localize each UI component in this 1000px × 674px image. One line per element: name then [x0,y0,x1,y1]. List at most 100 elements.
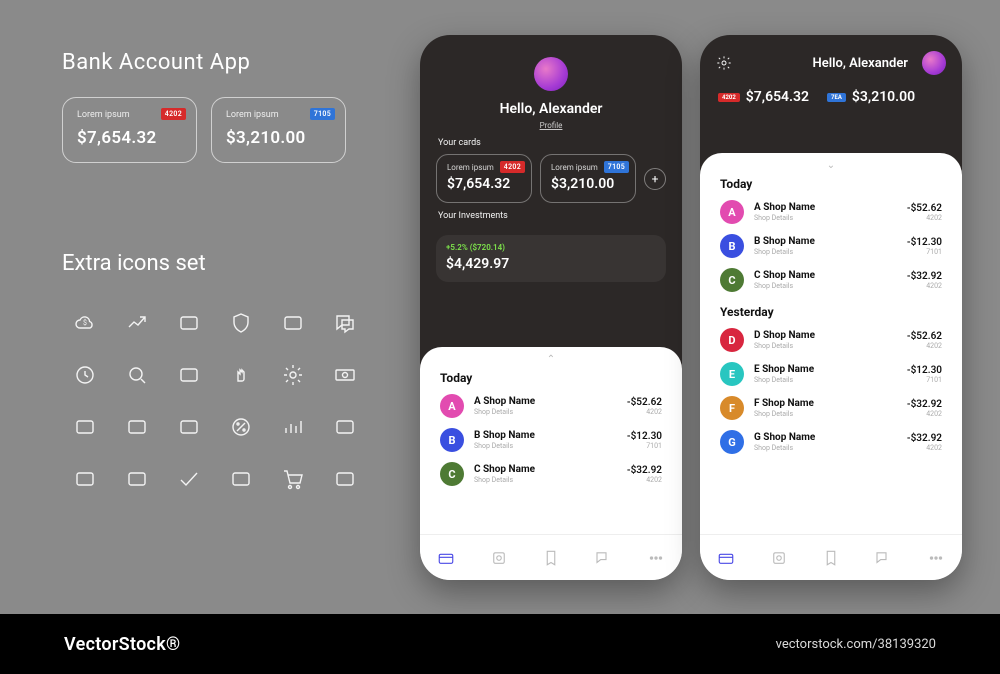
cart-icon [270,456,316,502]
balance-item[interactable]: 7EA $3,210.00 [827,89,915,105]
merchant-sub: Shop Details [754,444,815,452]
source-url: vectorstock.com/38139320 [776,637,936,652]
transaction-row[interactable]: F F Shop Name Shop Details -$32.92 4202 [700,391,962,425]
clock-icon [62,352,108,398]
card-label: Lorem ipsum [77,110,182,120]
merchant-name: F Shop Name [754,398,814,410]
tx-code: 4202 [627,476,662,484]
transaction-row[interactable]: B B Shop Name Shop Details -$12.30 7101 [420,423,682,457]
safe-icon[interactable] [488,547,510,569]
tx-code: 7101 [627,442,662,450]
tx-amount: -$52.62 [907,203,942,214]
tx-amount: -$32.92 [907,399,942,410]
svg-text:$: $ [83,319,87,327]
greeting: Hello, Alexander [813,56,908,71]
merchant-sub: Shop Details [754,410,814,418]
tx-amount: -$32.92 [907,271,942,282]
card-label: Lorem ipsum [551,163,625,172]
check-icon [166,456,212,502]
merchant-sub: Shop Details [754,214,815,222]
investment-card[interactable]: +5.2% ($720.14) $4,429.97 [436,235,666,282]
gear-icon[interactable] [716,55,732,71]
tx-code: 7101 [907,376,942,384]
safe-icon[interactable] [768,547,790,569]
merchant-name: D Shop Name [754,330,815,342]
balance-amount: $3,210.00 [852,89,915,105]
merchant-sub: Shop Details [474,442,535,450]
merchant-avatar: B [720,234,744,258]
phone-screen-2: Hello, Alexander 4202 $7,654.32 7EA $3,2… [700,35,962,580]
balance-item[interactable]: 4202 $7,654.32 [718,89,809,105]
tx-amount: -$52.62 [627,397,662,408]
more-icon[interactable] [925,547,947,569]
greeting: Hello, Alexander [500,101,603,117]
percent-icon [218,404,264,450]
card-amount: $3,210.00 [551,176,625,192]
avatar[interactable] [534,57,568,91]
card-chip: 4202 [718,93,740,102]
coins-icon [218,456,264,502]
icons-section-title: Extra icons set [62,251,368,276]
bars-icon [270,404,316,450]
receipt-icon[interactable] [540,547,562,569]
card-amount: $3,210.00 [226,128,331,148]
card-label: Lorem ipsum [226,110,331,120]
merchant-sub: Shop Details [754,248,815,256]
transaction-row[interactable]: G G Shop Name Shop Details -$32.92 4202 [700,425,962,459]
account-card[interactable]: 4202 Lorem ipsum $7,654.32 [436,154,532,203]
merchant-name: B Shop Name [474,430,535,442]
transaction-row[interactable]: E E Shop Name Shop Details -$12.30 7101 [700,357,962,391]
transaction-row[interactable]: B B Shop Name Shop Details -$12.30 7101 [700,229,962,263]
balance-card[interactable]: 4202 Lorem ipsum $7,654.32 [62,97,197,163]
delivery-icon [166,404,212,450]
tx-amount: -$32.92 [907,433,942,444]
card-label: Lorem ipsum [447,163,521,172]
receipt-icon[interactable] [820,547,842,569]
profile-link[interactable]: Profile [540,121,563,130]
merchant-avatar: C [720,268,744,292]
phone-screen-1: Hello, Alexander Profile Your cards 4202… [420,35,682,580]
tx-amount: -$12.30 [907,237,942,248]
more-icon[interactable] [645,547,667,569]
tx-code: 4202 [907,214,942,222]
add-card-button[interactable]: + [644,168,666,190]
calculator-icon [114,404,160,450]
merchant-sub: Shop Details [474,476,535,484]
chat-icon[interactable] [592,547,614,569]
tx-code: 4202 [907,282,942,290]
transaction-row[interactable]: C C Shop Name Shop Details -$32.92 4202 [700,263,962,297]
page-title: Bank Account App [62,50,368,75]
chat-icon [322,300,368,346]
tx-code: 4202 [907,342,942,350]
merchant-sub: Shop Details [754,282,815,290]
transaction-row[interactable]: A A Shop Name Shop Details -$52.62 4202 [420,389,682,423]
tx-amount: -$12.30 [907,365,942,376]
presentation-icon [62,456,108,502]
briefcase-icon [62,404,108,450]
pointer-icon [218,352,264,398]
trend-up-icon [114,300,160,346]
today-label: Today [420,363,682,389]
merchant-name: G Shop Name [754,432,815,444]
cards-label: Your cards [420,130,682,154]
balance-card[interactable]: 7105 Lorem ipsum $3,210.00 [211,97,346,163]
transaction-row[interactable]: D D Shop Name Shop Details -$52.62 4202 [700,323,962,357]
exchange-icon [270,300,316,346]
merchant-avatar: C [440,462,464,486]
transaction-row[interactable]: C C Shop Name Shop Details -$32.92 4202 [420,457,682,491]
card-amount: $7,654.32 [77,128,182,148]
transaction-row[interactable]: A A Shop Name Shop Details -$52.62 4202 [700,195,962,229]
card-icon[interactable] [435,547,457,569]
merchant-avatar: F [720,396,744,420]
card-icon[interactable] [715,547,737,569]
investments-label: Your Investments [420,203,682,227]
devices-icon [166,352,212,398]
merchant-name: B Shop Name [754,236,815,248]
avatar[interactable] [922,51,946,75]
merchant-name: A Shop Name [474,396,535,408]
shield-icon [218,300,264,346]
account-card[interactable]: 7105 Lorem ipsum $3,210.00 [540,154,636,203]
yesterday-label: Yesterday [700,297,962,323]
chat-icon[interactable] [872,547,894,569]
tx-code: 7101 [907,248,942,256]
